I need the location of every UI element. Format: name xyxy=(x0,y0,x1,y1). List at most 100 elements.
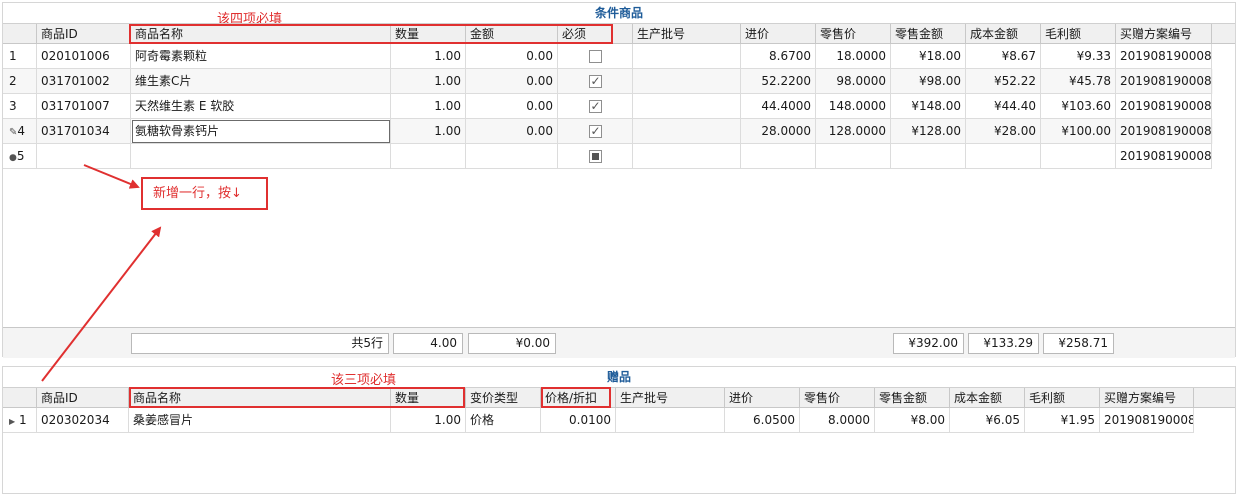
cell-cost-amount[interactable]: ¥52.22 xyxy=(966,69,1041,94)
cell-retail-amount[interactable]: ¥148.00 xyxy=(891,94,966,119)
col-header-plan[interactable]: 买赠方案编号 xyxy=(1100,388,1194,408)
cell-cost[interactable] xyxy=(741,144,816,169)
cell-batch[interactable] xyxy=(616,408,725,433)
col-header-retail-amount[interactable]: 零售金额 xyxy=(891,24,966,44)
cell-required[interactable] xyxy=(558,119,633,144)
cell-cost-amount[interactable]: ¥28.00 xyxy=(966,119,1041,144)
required-checkbox[interactable] xyxy=(588,97,602,115)
col-header-id[interactable]: 商品ID xyxy=(37,24,131,44)
col-header-batch[interactable]: 生产批号 xyxy=(633,24,741,44)
cell-profit[interactable] xyxy=(1041,144,1116,169)
cell-batch[interactable] xyxy=(633,119,741,144)
cell-profit[interactable]: ¥9.33 xyxy=(1041,44,1116,69)
cell-cost-amount[interactable]: ¥8.67 xyxy=(966,44,1041,69)
cell-profit[interactable]: ¥100.00 xyxy=(1041,119,1116,144)
cell-plan[interactable]: 201908190008 xyxy=(1116,119,1212,144)
cell-id[interactable]: 020101006 xyxy=(37,44,131,69)
col-header-retail[interactable]: 零售价 xyxy=(800,388,875,408)
col-header-cost[interactable]: 进价 xyxy=(741,24,816,44)
cell-required[interactable] xyxy=(558,94,633,119)
cell-name[interactable]: 维生素C片 xyxy=(131,69,391,94)
cell-plan[interactable]: 201908190008 xyxy=(1116,44,1212,69)
col-header-cost[interactable]: 进价 xyxy=(725,388,800,408)
cell-name[interactable]: 桑姜感冒片 xyxy=(129,408,391,433)
cell-id[interactable] xyxy=(37,144,131,169)
cell-profit[interactable]: ¥1.95 xyxy=(1025,408,1100,433)
cell-id[interactable]: 031701034 xyxy=(37,119,131,144)
cell-batch[interactable] xyxy=(633,144,741,169)
cell-id[interactable]: 031701002 xyxy=(37,69,131,94)
cell-qty[interactable]: 1.00 xyxy=(391,44,466,69)
table-row[interactable]: 2 031701002 维生素C片 1.00 0.00 52.2200 98.0… xyxy=(3,69,1213,94)
cell-retail[interactable]: 18.0000 xyxy=(816,44,891,69)
required-checkbox[interactable] xyxy=(588,72,602,90)
cell-name-editor[interactable]: 氨糖软骨素钙片 xyxy=(131,119,391,144)
cell-price-type[interactable]: 价格 xyxy=(466,408,541,433)
cell-batch[interactable] xyxy=(633,44,741,69)
cell-amount[interactable]: 0.00 xyxy=(466,44,558,69)
required-checkbox[interactable] xyxy=(588,150,602,163)
cell-batch[interactable] xyxy=(633,69,741,94)
cell-cost[interactable]: 28.0000 xyxy=(741,119,816,144)
col-header-profit[interactable]: 毛利额 xyxy=(1025,388,1100,408)
cell-cost[interactable]: 6.0500 xyxy=(725,408,800,433)
row-number[interactable]: ●5 xyxy=(3,144,37,169)
cell-profit[interactable]: ¥103.60 xyxy=(1041,94,1116,119)
cell-profit[interactable]: ¥45.78 xyxy=(1041,69,1116,94)
cell-amount[interactable] xyxy=(466,144,558,169)
cell-required[interactable] xyxy=(558,44,633,69)
row-number[interactable]: ✎4 xyxy=(3,119,37,144)
required-checkbox[interactable] xyxy=(588,50,602,63)
col-header-plan[interactable]: 买赠方案编号 xyxy=(1116,24,1212,44)
table-row[interactable]: 3 031701007 天然维生素 E 软胶 1.00 0.00 44.4000… xyxy=(3,94,1213,119)
row-number[interactable]: 1 xyxy=(3,44,37,69)
cell-required[interactable] xyxy=(558,69,633,94)
new-table-row[interactable]: ●5 201908190008 xyxy=(3,144,1213,169)
cell-name[interactable]: 天然维生素 E 软胶 xyxy=(131,94,391,119)
cell-required[interactable] xyxy=(558,144,633,169)
cell-id[interactable]: 020302034 xyxy=(37,408,129,433)
cell-retail-amount[interactable]: ¥128.00 xyxy=(891,119,966,144)
cell-retail[interactable] xyxy=(816,144,891,169)
cell-cost-amount[interactable]: ¥6.05 xyxy=(950,408,1025,433)
cell-retail-amount[interactable]: ¥98.00 xyxy=(891,69,966,94)
cell-retail-amount[interactable]: ¥18.00 xyxy=(891,44,966,69)
cell-qty[interactable]: 1.00 xyxy=(391,408,466,433)
col-header-retail-amount[interactable]: 零售金额 xyxy=(875,388,950,408)
cell-qty[interactable]: 1.00 xyxy=(391,119,466,144)
cell-amount[interactable]: 0.00 xyxy=(466,119,558,144)
cell-name[interactable]: 阿奇霉素颗粒 xyxy=(131,44,391,69)
cell-cost[interactable]: 52.2200 xyxy=(741,69,816,94)
col-header-id[interactable]: 商品ID xyxy=(37,388,129,408)
row-number[interactable]: 2 xyxy=(3,69,37,94)
col-header-price-type[interactable]: 变价类型 xyxy=(466,388,541,408)
cell-id[interactable]: 031701007 xyxy=(37,94,131,119)
row-number[interactable]: ▶ 1 xyxy=(3,408,37,433)
row-number[interactable]: 3 xyxy=(3,94,37,119)
cell-retail[interactable]: 128.0000 xyxy=(816,119,891,144)
table-row[interactable]: 1 020101006 阿奇霉素颗粒 1.00 0.00 8.6700 18.0… xyxy=(3,44,1213,69)
cell-batch[interactable] xyxy=(633,94,741,119)
cell-cost-amount[interactable] xyxy=(966,144,1041,169)
required-checkbox[interactable] xyxy=(588,122,602,140)
cell-qty[interactable] xyxy=(391,144,466,169)
cell-cost[interactable]: 8.6700 xyxy=(741,44,816,69)
cell-retail[interactable]: 8.0000 xyxy=(800,408,875,433)
col-header-retail[interactable]: 零售价 xyxy=(816,24,891,44)
cell-amount[interactable]: 0.00 xyxy=(466,69,558,94)
col-header-batch[interactable]: 生产批号 xyxy=(616,388,725,408)
cell-retail[interactable]: 98.0000 xyxy=(816,69,891,94)
cell-plan[interactable]: 201908190008 xyxy=(1116,69,1212,94)
cell-plan[interactable]: 201908190008 xyxy=(1100,408,1194,433)
cell-retail-amount[interactable] xyxy=(891,144,966,169)
table-row[interactable]: ✎4 031701034 氨糖软骨素钙片 1.00 0.00 28.0000 1… xyxy=(3,119,1213,144)
table-row[interactable]: ▶ 1 020302034 桑姜感冒片 1.00 价格 0.0100 6.050… xyxy=(3,408,1195,433)
cell-retail-amount[interactable]: ¥8.00 xyxy=(875,408,950,433)
col-header-profit[interactable]: 毛利额 xyxy=(1041,24,1116,44)
cell-name[interactable] xyxy=(131,144,391,169)
cell-cost[interactable]: 44.4000 xyxy=(741,94,816,119)
cell-qty[interactable]: 1.00 xyxy=(391,69,466,94)
col-header-cost-amount[interactable]: 成本金额 xyxy=(950,388,1025,408)
cell-cost-amount[interactable]: ¥44.40 xyxy=(966,94,1041,119)
cell-amount[interactable]: 0.00 xyxy=(466,94,558,119)
